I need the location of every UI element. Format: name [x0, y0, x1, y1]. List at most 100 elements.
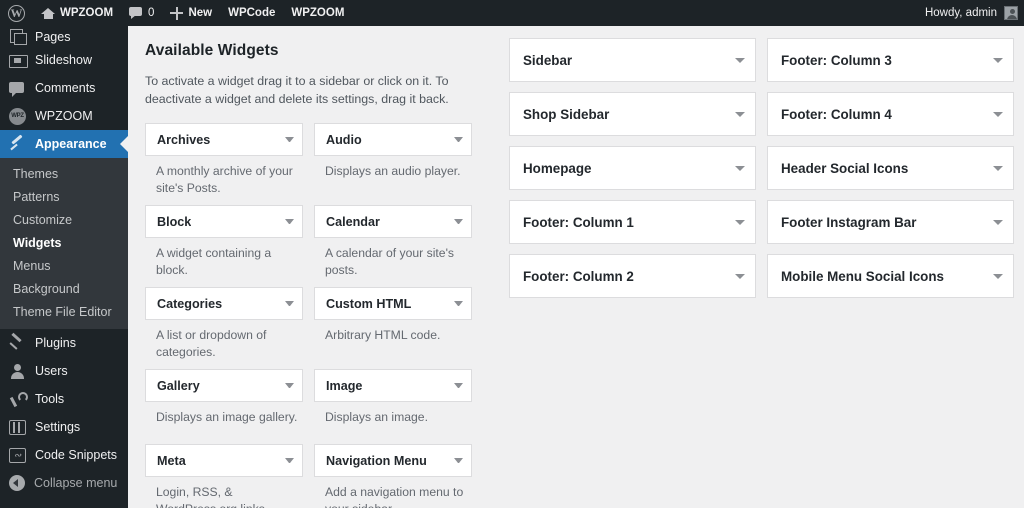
widget-navigation-menu[interactable]: Navigation Menu — [314, 444, 472, 477]
widget-categories[interactable]: Categories — [145, 287, 303, 320]
submenu-item-label: Widgets — [13, 235, 62, 250]
chevron-down-icon[interactable] — [454, 137, 463, 142]
submenu-item-themes[interactable]: Themes — [0, 162, 128, 185]
sidebar-area-title: Mobile Menu Social Icons — [781, 268, 944, 284]
wordpress-logo-icon: W — [8, 4, 25, 22]
sidebar-area-sidebar[interactable]: Sidebar — [509, 38, 756, 82]
sidebar-area-header-social-icons[interactable]: Header Social Icons — [767, 146, 1014, 190]
submenu-item-label: Theme File Editor — [13, 304, 112, 319]
chevron-down-icon[interactable] — [993, 57, 1003, 63]
sidebar-area-title: Footer: Column 2 — [523, 268, 634, 284]
widget-description: A widget containing a block. — [156, 246, 272, 277]
main-content: Available Widgets To activate a widget d… — [128, 26, 1024, 508]
sidebar-item-pages[interactable]: Pages — [0, 26, 128, 46]
widget-calendar[interactable]: Calendar — [314, 205, 472, 238]
sidebar-area-footer-column-4[interactable]: Footer: Column 4 — [767, 92, 1014, 136]
sidebar-item-users[interactable]: Users — [0, 357, 128, 385]
submenu-item-patterns[interactable]: Patterns — [0, 185, 128, 208]
sidebar-area-footer-column-1[interactable]: Footer: Column 1 — [509, 200, 756, 244]
sidebar-area-footer-column-2[interactable]: Footer: Column 2 — [509, 254, 756, 298]
sidebar-item-label: WPZOOM — [35, 109, 93, 123]
sidebar-area-shop-sidebar[interactable]: Shop Sidebar — [509, 92, 756, 136]
new-content-menu[interactable]: New — [162, 0, 220, 26]
submenu-item-background[interactable]: Background — [0, 277, 128, 300]
widget-title: Image — [326, 378, 363, 393]
sidebar-item-appearance[interactable]: Appearance — [0, 130, 128, 158]
chevron-down-icon[interactable] — [454, 301, 463, 306]
submenu-item-widgets[interactable]: Widgets — [0, 231, 128, 254]
sidebar-area-title: Footer: Column 3 — [781, 52, 892, 68]
chevron-down-icon[interactable] — [993, 165, 1003, 171]
widget-description: Displays an image. — [325, 410, 428, 424]
wpzoom-icon: WPZ — [9, 107, 26, 125]
chevron-down-icon[interactable] — [454, 219, 463, 224]
sidebar-area-homepage[interactable]: Homepage — [509, 146, 756, 190]
widget-archives[interactable]: Archives — [145, 123, 303, 156]
sidebar-item-plugins[interactable]: Plugins — [0, 329, 128, 357]
chevron-down-icon[interactable] — [285, 301, 294, 306]
sidebar-item-settings[interactable]: Settings — [0, 413, 128, 441]
chevron-down-icon[interactable] — [454, 458, 463, 463]
wp-logo-menu[interactable]: W — [0, 0, 33, 26]
widget-title: Custom HTML — [326, 296, 412, 311]
wpzoom-menu[interactable]: WPZOOM — [283, 0, 352, 26]
comments-bubble[interactable]: 0 — [121, 0, 162, 26]
chevron-down-icon[interactable] — [285, 458, 294, 463]
widget-meta[interactable]: Meta — [145, 444, 303, 477]
widget-cell: Archives A monthly archive of your site'… — [145, 123, 303, 205]
sidebar-item-wpzoom[interactable]: WPZ WPZOOM — [0, 102, 128, 130]
widget-block[interactable]: Block — [145, 205, 303, 238]
site-name-menu[interactable]: WPZOOM — [33, 0, 121, 26]
chevron-down-icon[interactable] — [285, 219, 294, 224]
chevron-down-icon[interactable] — [993, 219, 1003, 225]
widget-description: Arbitrary HTML code. — [325, 328, 441, 342]
sidebar-item-label: Tools — [35, 392, 65, 406]
chevron-down-icon[interactable] — [735, 165, 745, 171]
sidebar-item-code-snippets[interactable]: ∾ Code Snippets — [0, 441, 128, 469]
widget-title: Block — [157, 214, 192, 229]
plugins-icon — [9, 335, 26, 352]
chevron-down-icon[interactable] — [735, 219, 745, 225]
collapse-menu-button[interactable]: Collapse menu — [0, 469, 128, 497]
submenu-item-theme-file-editor[interactable]: Theme File Editor — [0, 300, 128, 323]
submenu-item-label: Customize — [13, 212, 73, 227]
widget-gallery[interactable]: Gallery — [145, 369, 303, 402]
sidebar-item-comments[interactable]: Comments — [0, 74, 128, 102]
widget-title: Archives — [157, 132, 211, 147]
widget-custom-html[interactable]: Custom HTML — [314, 287, 472, 320]
wpcode-menu[interactable]: WPCode — [220, 0, 283, 26]
submenu-item-label: Background — [13, 281, 80, 296]
appearance-submenu: Themes Patterns Customize Widgets Menus … — [0, 158, 128, 329]
widget-audio[interactable]: Audio — [314, 123, 472, 156]
widget-description: Displays an audio player. — [325, 164, 461, 178]
chevron-down-icon[interactable] — [735, 111, 745, 117]
submenu-item-menus[interactable]: Menus — [0, 254, 128, 277]
chevron-down-icon[interactable] — [285, 383, 294, 388]
settings-sliders-icon — [9, 419, 26, 435]
sidebar-area-title: Sidebar — [523, 52, 573, 68]
widget-image[interactable]: Image — [314, 369, 472, 402]
sidebar-area-mobile-menu-social-icons[interactable]: Mobile Menu Social Icons — [767, 254, 1014, 298]
chevron-down-icon[interactable] — [993, 111, 1003, 117]
chevron-down-icon[interactable] — [454, 383, 463, 388]
sidebar-area-title: Footer Instagram Bar — [781, 214, 917, 230]
users-icon — [9, 363, 26, 380]
sidebar-item-label: Pages — [35, 30, 71, 44]
submenu-item-customize[interactable]: Customize — [0, 208, 128, 231]
widget-title: Categories — [157, 296, 223, 311]
sidebar-item-tools[interactable]: Tools — [0, 385, 128, 413]
wpzoom-label: WPZOOM — [291, 7, 345, 19]
sidebar-area-footer-column-3[interactable]: Footer: Column 3 — [767, 38, 1014, 82]
chevron-down-icon[interactable] — [993, 273, 1003, 279]
my-account-menu[interactable]: Howdy, admin — [925, 6, 1024, 20]
chevron-down-icon[interactable] — [285, 137, 294, 142]
sidebar-area-footer-instagram-bar[interactable]: Footer Instagram Bar — [767, 200, 1014, 244]
collapse-arrow-icon — [9, 475, 25, 491]
widget-title: Audio — [326, 132, 362, 147]
sidebar-item-slideshow[interactable]: Slideshow — [0, 46, 128, 74]
sidebar-item-label: Code Snippets — [35, 448, 118, 462]
chevron-down-icon[interactable] — [735, 273, 745, 279]
chevron-down-icon[interactable] — [735, 57, 745, 63]
widget-cell: Gallery Displays an image gallery. — [145, 369, 303, 444]
pages-icon — [9, 27, 27, 45]
